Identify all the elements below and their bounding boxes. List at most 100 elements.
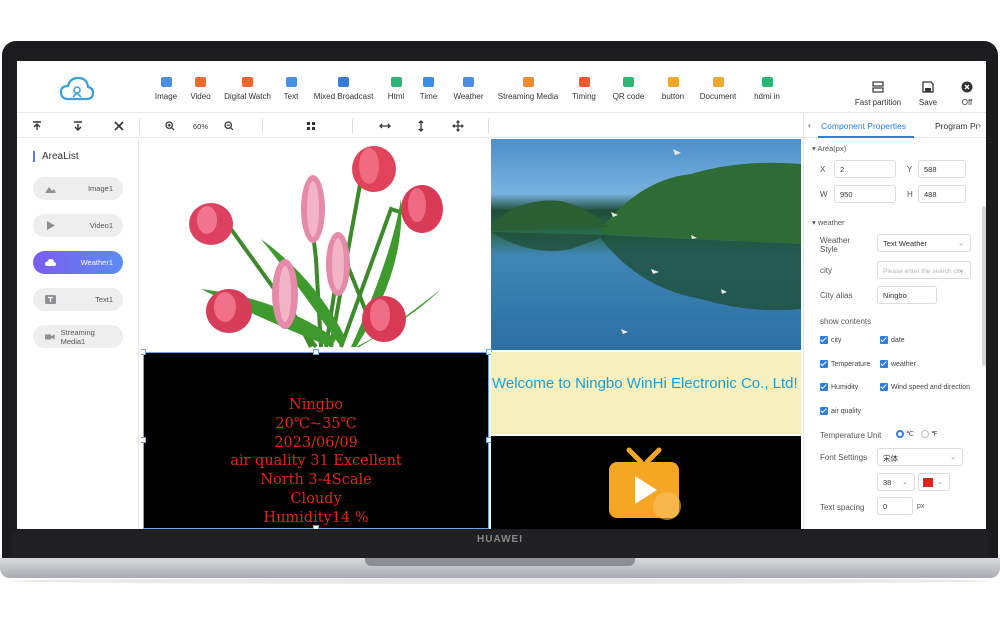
resize-handle[interactable] xyxy=(313,525,319,529)
weather-text-block: Ningbo 20℃~35℃ 2023/06/09 air quality 31… xyxy=(144,353,488,528)
tab-program-properties[interactable]: Program Pr xyxy=(935,121,978,131)
right-tools: Fast partition Save Off xyxy=(848,61,986,113)
w-field[interactable]: 950 xyxy=(834,185,896,203)
city-search-select[interactable]: Please enter the search city ⌄ xyxy=(877,261,971,279)
checkbox-air-quality[interactable]: air quality xyxy=(820,407,861,415)
fit-screen-icon[interactable] xyxy=(306,121,316,131)
tulip-flowers-image xyxy=(189,146,443,349)
sidebar-item-weather1[interactable]: Weather1 xyxy=(33,251,123,274)
font-size-select[interactable]: 38 ⌄ xyxy=(877,473,915,491)
move-all-icon[interactable] xyxy=(452,120,464,132)
tool-mixed-broadcast-button[interactable]: Mixed Broadcast xyxy=(306,61,381,113)
tool-document-button[interactable]: Document xyxy=(692,61,744,113)
area-section-label: Area(px) xyxy=(817,144,847,153)
tool-label: hdmi in xyxy=(754,92,780,101)
text-spacing-field[interactable]: 0 xyxy=(877,497,913,515)
area-list-sidebar: AreaList Image1 Video1 Weather1 Text1 St… xyxy=(17,139,139,529)
camera-icon xyxy=(45,334,55,340)
chevron-down-icon: ⌄ xyxy=(958,240,964,247)
font-family-value: 宋体 xyxy=(883,454,898,463)
chevron-down-icon: ⌄ xyxy=(950,454,956,461)
checkbox-checked-icon xyxy=(880,383,888,391)
move-up-icon[interactable] xyxy=(32,121,42,131)
checkbox-date[interactable]: date xyxy=(880,336,905,344)
chevron-left-icon[interactable]: ‹ xyxy=(808,120,811,130)
qr-code-icon xyxy=(623,77,634,87)
checkbox-humidity[interactable]: Humidity xyxy=(820,383,858,391)
tool-html-button[interactable]: Html xyxy=(381,61,411,113)
color-swatch xyxy=(923,478,933,487)
zoom-out-icon[interactable] xyxy=(224,121,234,131)
resize-handle[interactable] xyxy=(313,349,319,355)
x-field[interactable]: 2 xyxy=(834,160,896,178)
checkbox-city[interactable]: city xyxy=(820,336,842,344)
h-field[interactable]: 488 xyxy=(918,185,966,203)
font-color-picker[interactable]: ⌄ xyxy=(918,473,950,491)
tool-time-button[interactable]: Time xyxy=(411,61,446,113)
fast-partition-button[interactable]: Fast partition xyxy=(848,61,908,113)
checkbox-label: Temperature xyxy=(831,360,871,368)
weather-region[interactable]: Ningbo 20℃~35℃ 2023/06/09 air quality 31… xyxy=(143,352,489,529)
laptop-shadow xyxy=(10,578,990,584)
checkbox-temperature[interactable]: Temperature xyxy=(820,360,870,368)
vertical-stretch-icon[interactable] xyxy=(416,120,426,132)
y-field[interactable]: 588 xyxy=(918,160,966,178)
streaming-media-region[interactable] xyxy=(491,436,801,529)
timing-icon xyxy=(578,77,590,87)
off-button[interactable]: Off xyxy=(948,61,986,113)
weather-city: Ningbo xyxy=(289,397,343,413)
tab-component-properties[interactable]: Component Properties xyxy=(821,121,906,131)
tool-video-button[interactable]: Video xyxy=(182,61,219,113)
video-region[interactable] xyxy=(491,139,801,350)
zoom-in-icon[interactable] xyxy=(165,121,175,131)
tool-label: Html xyxy=(387,92,405,101)
tool-button-button[interactable]: button xyxy=(654,61,692,113)
tool-label: Weather xyxy=(453,92,484,101)
weather-date: 2023/06/09 xyxy=(274,434,358,451)
tool-hdmi-in-button[interactable]: hdmi in xyxy=(744,61,790,113)
sidebar-title: AreaList xyxy=(33,151,79,162)
celsius-label: ℃ xyxy=(906,431,914,438)
font-family-select[interactable]: 宋体 ⌄ xyxy=(877,448,963,466)
w-label: W xyxy=(820,190,828,199)
tool-text-button[interactable]: Text xyxy=(276,61,306,113)
move-down-icon[interactable] xyxy=(73,121,83,131)
chevron-right-icon[interactable]: › xyxy=(978,120,981,130)
tool-qr-code-button[interactable]: QR code xyxy=(603,61,654,113)
tool-image-button[interactable]: Image xyxy=(150,61,182,113)
tool-timing-button[interactable]: Timing xyxy=(565,61,603,113)
radio-celsius[interactable]: ℃ xyxy=(896,430,914,438)
tool-streaming-media-button[interactable]: Streaming Media xyxy=(491,61,565,113)
sidebar-item-text1[interactable]: Text1 xyxy=(33,288,123,311)
checkbox-wind[interactable]: Wind speed and direction xyxy=(880,383,970,391)
panel-scrollbar[interactable] xyxy=(982,206,986,366)
checkbox-checked-icon xyxy=(820,407,828,415)
font-settings-label: Font Settings xyxy=(820,453,868,462)
laptop: HUAWEI Image Video Digital Watch Text Mixed … xyxy=(0,0,1000,635)
zoom-level: 60% xyxy=(193,122,209,131)
image-region[interactable] xyxy=(141,139,489,350)
tool-weather-button[interactable]: Weather xyxy=(446,61,491,113)
resize-handle[interactable] xyxy=(141,349,146,355)
close-icon[interactable] xyxy=(114,121,124,131)
weather-style-value: Text Weather xyxy=(883,239,928,248)
x-label: X xyxy=(820,165,826,174)
city-alias-field[interactable]: Ningbo xyxy=(877,286,937,304)
resize-handle[interactable] xyxy=(141,437,146,443)
weather-temperature: 20℃~35℃ xyxy=(275,415,357,432)
weather-style-select[interactable]: Text Weather ⌄ xyxy=(877,234,971,252)
weather-condition: Cloudy xyxy=(290,490,342,507)
cloud-logo-icon xyxy=(59,76,95,101)
save-button[interactable]: Save xyxy=(908,61,948,113)
temperature-unit-label: Temperature Unit xyxy=(820,431,882,440)
text-region[interactable]: Welcome to Ningbo WinHi Electronic Co., … xyxy=(491,352,801,434)
sidebar-item-video1[interactable]: Video1 xyxy=(33,214,123,237)
horizontal-stretch-icon[interactable] xyxy=(379,121,391,131)
sidebar-item-image1[interactable]: Image1 xyxy=(33,177,123,200)
radio-fahrenheit[interactable]: ℉ xyxy=(921,430,938,438)
sidebar-item-streaming-media1[interactable]: Streaming Media1 xyxy=(33,325,123,348)
tool-digital-watch-button[interactable]: Digital Watch xyxy=(219,61,276,113)
checkbox-weather[interactable]: weather xyxy=(880,360,916,368)
radio-selected-icon xyxy=(896,430,904,438)
weather-icon xyxy=(463,77,474,87)
